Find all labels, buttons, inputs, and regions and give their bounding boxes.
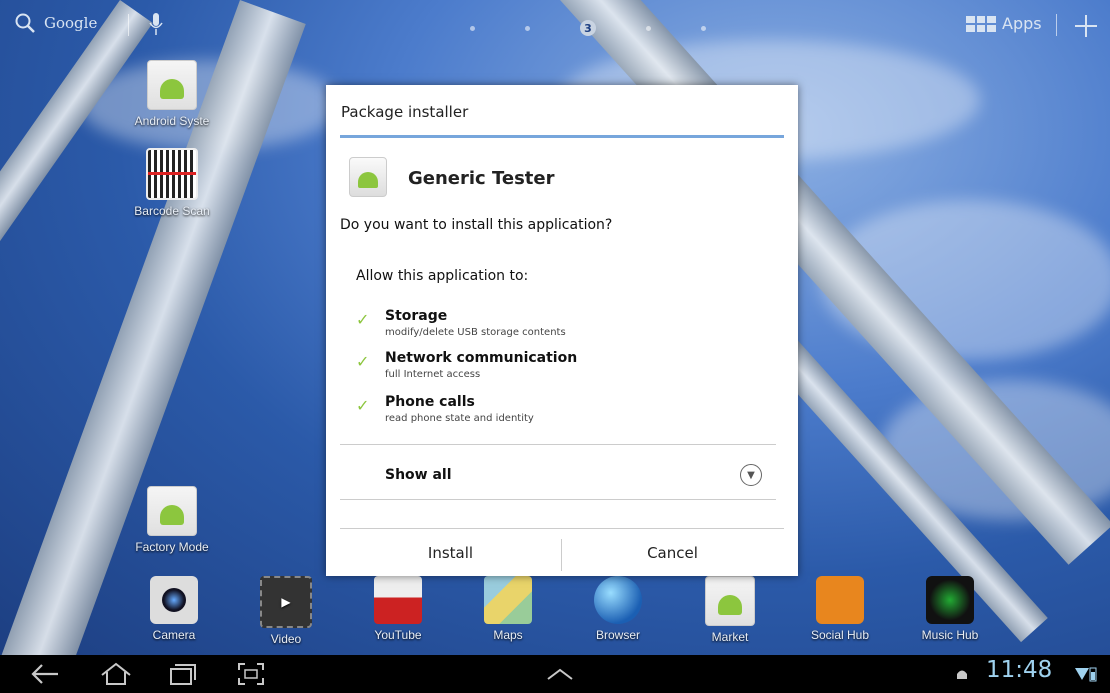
install-question: Do you want to install this application? [340, 217, 613, 233]
battery-icon [1089, 667, 1097, 682]
status-icons[interactable] [1071, 661, 1101, 687]
title-divider [340, 135, 784, 138]
dialog-title: Package installer [341, 103, 469, 121]
chevron-up-icon [547, 668, 573, 680]
maps-icon [484, 576, 532, 624]
page-dot [525, 25, 530, 31]
permission-title: Network communication [385, 350, 578, 366]
video-icon: ▶ [260, 576, 312, 628]
screenshot-button[interactable] [234, 661, 268, 687]
dock-label: Browser [595, 628, 640, 642]
clock[interactable]: 11:48 [986, 657, 1052, 683]
home-top-bar: Google 3 Apps [0, 0, 1110, 56]
camera-icon [150, 576, 198, 624]
shortcut-label: Factory Mode [135, 540, 209, 554]
dock-label: Music Hub [921, 628, 979, 642]
page-dot [646, 25, 651, 31]
permission-title: Storage [385, 308, 448, 324]
android-system-icon [147, 60, 197, 110]
dock-market[interactable]: Market [680, 576, 780, 644]
shortcut-factory-mode[interactable]: Factory Mode [122, 486, 222, 554]
dock-camera[interactable]: Camera [124, 576, 224, 642]
factory-mode-icon [147, 486, 197, 536]
shortcut-barcode-scanner[interactable]: Barcode Scan [122, 148, 222, 218]
home-button[interactable] [98, 661, 134, 687]
android-debug-icon [954, 661, 970, 687]
plus-icon [1075, 15, 1097, 37]
app-dock: Camera ▶ Video YouTube Maps Browser Mark… [0, 564, 1110, 654]
page-dot [470, 25, 475, 31]
dock-video[interactable]: ▶ Video [236, 576, 336, 646]
screenshot-icon [238, 663, 264, 685]
recent-apps-icon [170, 664, 196, 685]
dock-label: YouTube [374, 628, 422, 642]
dialog-buttons: Install Cancel [340, 528, 784, 577]
permission-title: Phone calls [385, 394, 475, 410]
apps-button[interactable]: Apps [966, 14, 1042, 33]
separator [1056, 14, 1057, 36]
search-icon [15, 13, 35, 33]
permission-desc: modify/delete USB storage contents [385, 327, 566, 338]
chevron-down-icon: ▼ [740, 464, 762, 486]
permission-desc: full Internet access [385, 369, 481, 380]
search-label: Google [44, 14, 98, 32]
shortcut-label: Barcode Scan [134, 204, 210, 218]
music-hub-icon [926, 576, 974, 624]
youtube-icon [374, 576, 422, 624]
permission-desc: read phone state and identity [385, 413, 534, 424]
market-icon [705, 576, 755, 626]
dock-browser[interactable]: Browser [568, 576, 668, 642]
page-dot [701, 25, 706, 31]
mini-apps-button[interactable] [542, 661, 578, 687]
dock-label: Market [711, 630, 749, 644]
install-button[interactable]: Install [340, 529, 561, 577]
check-icon: ✓ [356, 396, 370, 415]
dock-label: Video [270, 632, 302, 646]
barcode-icon [146, 148, 198, 200]
current-page-dot: 3 [580, 20, 596, 36]
google-search-button[interactable]: Google [14, 12, 97, 34]
app-name: Generic Tester [408, 168, 555, 189]
customize-button[interactable] [1074, 14, 1098, 42]
check-icon: ✓ [356, 352, 370, 371]
dock-maps[interactable]: Maps [458, 576, 558, 642]
permissions-heading: Allow this application to: [356, 268, 529, 284]
page-indicator: 3 [470, 20, 706, 36]
home-icon [101, 662, 131, 685]
social-hub-icon [816, 576, 864, 624]
globe-icon [594, 576, 642, 624]
shortcut-android-system[interactable]: Android Syste [122, 60, 222, 128]
back-arrow-icon [31, 664, 58, 684]
recent-apps-button[interactable] [166, 661, 200, 687]
dock-music-hub[interactable]: Music Hub [900, 576, 1000, 642]
app-icon [349, 157, 387, 197]
dock-youtube[interactable]: YouTube [348, 576, 448, 642]
shortcut-label: Android Syste [134, 114, 210, 128]
voice-search-button[interactable] [149, 12, 163, 40]
wifi-icon [1075, 668, 1089, 680]
back-button[interactable] [28, 661, 62, 687]
dock-label: Social Hub [810, 628, 870, 642]
dock-social-hub[interactable]: Social Hub [790, 576, 890, 642]
cancel-button[interactable]: Cancel [562, 529, 783, 577]
show-all-row[interactable]: Show all ▼ [340, 445, 776, 499]
microphone-icon [149, 13, 163, 35]
separator [128, 14, 129, 36]
dock-label: Camera [152, 628, 196, 642]
show-all-label: Show all [385, 467, 452, 483]
package-installer-dialog: Package installer Generic Tester Do you … [326, 85, 798, 576]
dock-label: Maps [493, 628, 523, 642]
divider [340, 499, 776, 500]
apps-grid-icon [966, 15, 996, 32]
system-bar: 11:48 [0, 655, 1110, 693]
check-icon: ✓ [356, 310, 370, 329]
apps-label: Apps [1002, 14, 1042, 33]
